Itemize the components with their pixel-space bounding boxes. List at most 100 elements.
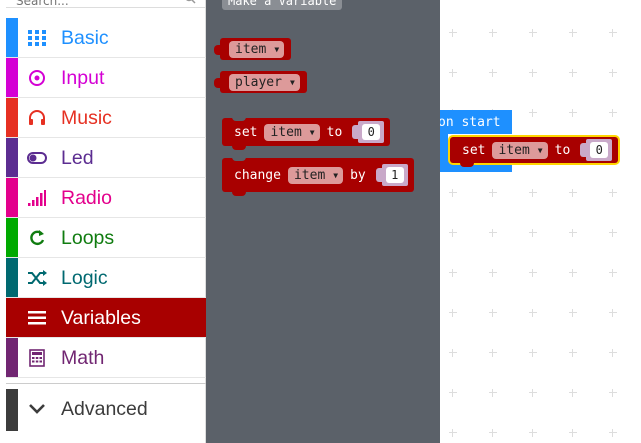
grid-plus-mark	[449, 29, 457, 37]
toolbox-category-input[interactable]: Input	[6, 58, 206, 98]
grid-plus-mark	[529, 349, 537, 357]
set-variable-block[interactable]: set item ▼ to 0	[222, 117, 391, 150]
toolbox-category-variables[interactable]: Variables	[6, 298, 206, 338]
grid-plus-mark	[569, 429, 577, 437]
workspace-set-variable-block[interactable]: set item ▼ to 0	[450, 137, 619, 167]
number-shadow-block: 1	[381, 164, 408, 186]
toolbox-category-logic[interactable]: Logic	[6, 258, 206, 298]
toggle-icon	[27, 149, 47, 167]
dropdown-arrow-icon: ▼	[537, 145, 543, 155]
toolbox-category-basic[interactable]: Basic	[6, 18, 206, 58]
to-keyword: to	[554, 142, 571, 158]
block-nub	[232, 191, 246, 196]
value-slot: 0	[580, 139, 613, 161]
category-stripe	[6, 389, 18, 431]
grid-plus-mark	[489, 309, 497, 317]
output-plug	[214, 78, 221, 88]
refresh-icon	[27, 229, 47, 247]
grid-plus-mark	[489, 229, 497, 237]
category-label: Music	[61, 107, 112, 129]
variable-reporter-item[interactable]: item ▼	[214, 38, 292, 60]
list-icon	[27, 309, 47, 327]
grid-plus-mark	[609, 69, 617, 77]
grid-plus-mark	[449, 429, 457, 437]
number-shadow-block: 0	[358, 121, 385, 143]
grid-plus-mark	[449, 269, 457, 277]
number-input[interactable]: 0	[362, 124, 381, 140]
block-nub	[232, 145, 246, 150]
variable-dropdown[interactable]: item ▼	[264, 123, 320, 141]
variable-name: item	[498, 142, 530, 158]
variable-reporter-player[interactable]: player ▼	[214, 71, 307, 93]
value-slot: 1	[375, 164, 408, 186]
grid-plus-mark	[529, 189, 537, 197]
to-keyword: to	[326, 124, 343, 140]
grid-plus-mark	[609, 229, 617, 237]
grid-plus-mark	[529, 29, 537, 37]
toolbox-search[interactable]	[6, 0, 206, 9]
category-label: Led	[61, 147, 94, 169]
dropdown-arrow-icon: ▼	[289, 77, 295, 87]
grid-plus-mark	[489, 189, 497, 197]
block-notch	[232, 157, 246, 161]
grid-plus-mark	[569, 349, 577, 357]
toolbox-category-loops[interactable]: Loops	[6, 218, 206, 258]
variables-flyout: Make a Variable item ▼ player ▼ set item ▼ …	[206, 0, 440, 443]
category-label: Math	[61, 347, 105, 369]
by-keyword: by	[350, 167, 366, 183]
variable-dropdown[interactable]: item ▼	[492, 141, 548, 159]
category-label: Variables	[61, 307, 141, 329]
variable-name: item	[270, 124, 302, 140]
grid-plus-mark	[569, 109, 577, 117]
category-stripe	[6, 338, 18, 377]
slot-jack	[375, 168, 382, 182]
dropdown-arrow-icon: ▼	[333, 170, 339, 180]
grid-plus-mark	[529, 429, 537, 437]
number-input[interactable]: 0	[590, 142, 609, 158]
grid-plus-mark	[449, 389, 457, 397]
grid-plus-mark	[569, 309, 577, 317]
category-label: Radio	[61, 187, 112, 209]
variable-dropdown[interactable]: item ▼	[287, 166, 344, 184]
category-label: Loops	[61, 227, 115, 249]
grid-plus-mark	[449, 229, 457, 237]
headphones-icon	[27, 109, 47, 127]
grid-plus-mark	[529, 229, 537, 237]
grid-icon	[27, 29, 47, 47]
signal-bars-icon	[27, 189, 47, 207]
variable-dropdown[interactable]: item ▼	[229, 40, 285, 58]
variable-dropdown[interactable]: player ▼	[229, 73, 300, 91]
output-plug	[214, 45, 221, 55]
number-input[interactable]: 1	[385, 167, 404, 183]
grid-plus-mark	[609, 389, 617, 397]
grid-plus-mark	[529, 69, 537, 77]
category-stripe	[6, 98, 18, 137]
grid-plus-mark	[609, 109, 617, 117]
grid-plus-mark	[569, 69, 577, 77]
make-variable-button[interactable]: Make a Variable	[222, 0, 343, 10]
toolbox-category-advanced[interactable]: Advanced	[6, 389, 206, 431]
variable-name: item	[293, 167, 326, 183]
toolbox-category-radio[interactable]: Radio	[6, 178, 206, 218]
grid-plus-mark	[569, 229, 577, 237]
category-stripe	[6, 178, 18, 217]
search-input[interactable]	[6, 0, 176, 9]
toolbox-category-music[interactable]: Music	[6, 98, 206, 138]
variable-name: item	[235, 41, 267, 57]
value-slot: 0	[352, 121, 385, 143]
toolbox-category-math[interactable]: Math	[6, 338, 206, 378]
category-stripe	[6, 18, 18, 57]
grid-plus-mark	[609, 269, 617, 277]
grid-plus-mark	[489, 29, 497, 37]
grid-plus-mark	[569, 189, 577, 197]
block-notch	[232, 117, 246, 121]
search-icon[interactable]	[184, 0, 196, 4]
chevron-down-icon	[27, 400, 47, 418]
change-variable-block[interactable]: change item ▼ by 1	[222, 157, 414, 196]
set-keyword: set	[462, 142, 486, 158]
calculator-icon	[27, 349, 47, 367]
toolbox-category-led[interactable]: Led	[6, 138, 206, 178]
grid-plus-mark	[489, 429, 497, 437]
category-stripe	[6, 218, 18, 257]
code-workspace[interactable]: on start set item ▼ to 0	[440, 0, 641, 443]
